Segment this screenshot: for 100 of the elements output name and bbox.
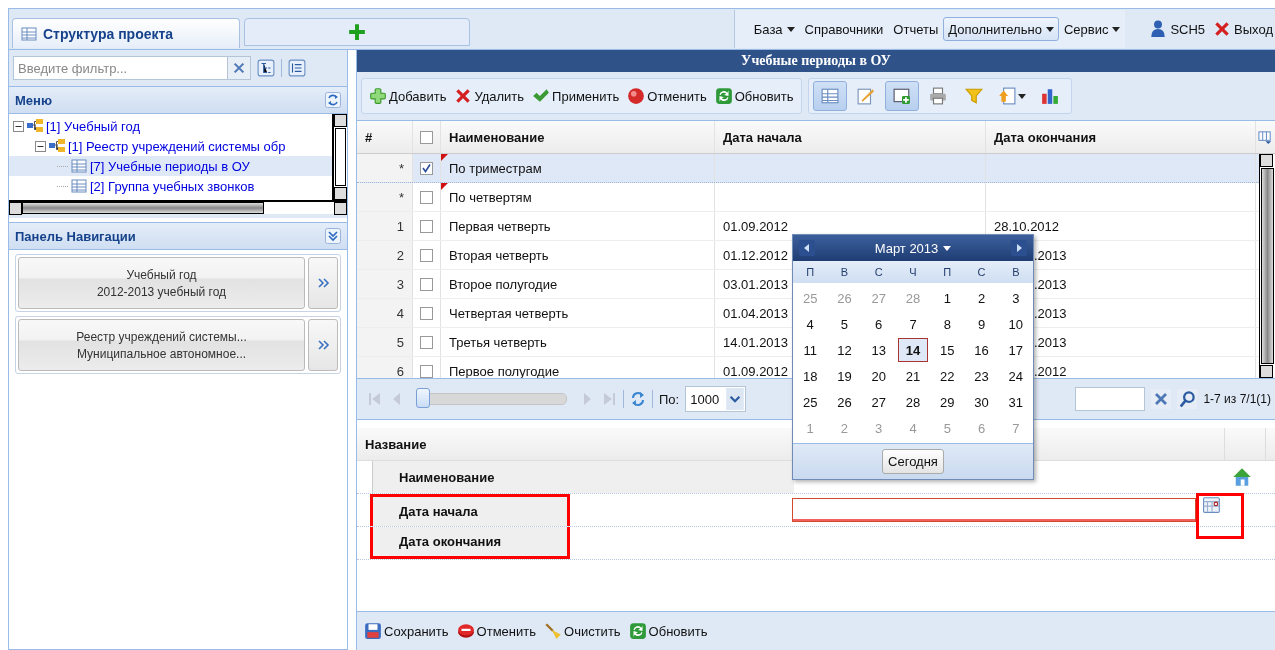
calendar-day[interactable]: 30 [966,390,997,414]
tree-expand-icon[interactable] [257,59,275,77]
tree-item[interactable]: [1] Учебный год [9,116,332,136]
cross-icon [1213,20,1232,38]
filter-field[interactable]: Введите фильтр... [13,56,227,80]
search-icon[interactable] [1177,388,1198,410]
double-chevron-icon [316,338,330,352]
table-icon [71,178,87,194]
print-icon [928,87,947,105]
navigation-button[interactable]: Учебный год 2012-2013 учебный год [18,257,305,309]
table-cell: По триместрам [441,154,715,182]
next-month-icon[interactable] [1011,240,1027,256]
tree-item[interactable]: [2] Группа учебных звонков [9,176,332,196]
search-field[interactable] [1075,387,1146,411]
calendar-day[interactable]: 29 [932,390,963,414]
scrollbar[interactable] [1259,154,1275,378]
collapse-icon[interactable] [35,140,46,152]
previous-month-icon[interactable] [799,240,815,256]
menu-item[interactable]: Дополнительно [943,17,1059,41]
column-header[interactable]: # [357,121,413,153]
calendar-day[interactable]: 22 [932,364,963,388]
checkbox[interactable] [420,306,433,320]
clear-icon[interactable] [1151,388,1172,410]
tree-item[interactable]: [7] Учебные периоды в ОУ [9,156,332,176]
broom-icon [544,622,562,640]
calendar-day[interactable]: 14 [897,338,929,362]
go-button[interactable] [308,319,338,371]
date-field[interactable] [792,498,1196,522]
toolbar-icon-button[interactable] [884,81,919,111]
calendar-day[interactable]: 21 [897,364,929,388]
double-chevron-down-icon[interactable] [325,228,341,244]
plus-icon [369,87,387,105]
toolbar-button[interactable]: Обновить [625,617,711,645]
refresh-icon[interactable] [630,391,646,407]
house-icon [1232,467,1252,487]
column-header: Название [364,435,428,454]
row-number: 3 [357,270,413,298]
chevron-down-icon [725,388,746,410]
table-row[interactable]: * По триместрам [357,154,1259,183]
table-icon [21,25,37,42]
scrollbar[interactable] [9,200,347,214]
table-icon [820,87,839,105]
checkbox[interactable] [420,335,433,349]
menu-item[interactable]: Справочники [799,17,889,41]
table-row[interactable]: * По четвертям [357,183,1259,212]
collapse-icon[interactable] [13,120,24,132]
toolbar-button[interactable]: Сохранить [361,617,452,645]
checkbox[interactable] [420,219,433,233]
refresh-icon [628,622,647,640]
calendar-day[interactable]: 28 [897,390,929,414]
tree-item[interactable]: [1] Реестр учреждений системы обр [9,136,332,156]
calendar-day[interactable]: 26 [829,390,860,414]
checkbox[interactable] [420,364,433,378]
toolbar-button[interactable]: Применить [529,82,623,110]
calendar-day[interactable]: 25 [795,390,826,414]
navigation-button[interactable]: Реестр учреждений системы... Муниципальное автономное... [18,319,305,371]
checkbox[interactable] [420,190,433,204]
checkbox[interactable] [420,130,433,144]
row-number: 5 [357,328,413,356]
user-link[interactable]: SCH5 [1147,20,1208,38]
scrollbar[interactable] [332,114,347,200]
toolbar-button[interactable]: Отменить [624,82,710,110]
table-cell: По четвертям [441,183,715,211]
menu-item[interactable]: Отчеты [888,17,944,41]
toolbar-icon-button[interactable] [812,81,847,111]
project-tab[interactable]: Структура проекта [12,18,240,48]
menu-item[interactable]: Сервис [1058,17,1126,41]
checkbox[interactable] [420,248,433,262]
checkbox[interactable] [420,161,433,175]
list-icon[interactable] [288,59,306,77]
table-cell: Четвертая четверть [441,299,715,327]
columns-icon [1258,129,1273,145]
go-button[interactable] [308,257,338,309]
calendar-icon[interactable] [1203,496,1221,514]
column-header[interactable]: Наименование [441,121,715,153]
menu-item[interactable]: База [748,17,800,41]
column-header[interactable]: Дата окончания [986,121,1256,153]
page-size-select[interactable]: 1000 [685,386,747,412]
funnel-icon [964,87,983,105]
toolbar-button[interactable]: Добавить [366,82,450,110]
toolbar-button[interactable]: Очистить [541,617,624,645]
table-cell: Первая четверть [441,212,715,240]
calendar-day[interactable]: 27 [863,390,894,414]
refresh-icon[interactable] [325,92,341,108]
calendar-day[interactable]: 24 [1000,364,1031,388]
today-button[interactable]: Сегодня [882,449,944,474]
refresh-icon [714,87,733,105]
cross-icon [454,87,473,105]
calendar-day[interactable]: 19 [829,364,860,388]
slider-handle[interactable] [416,388,430,408]
checkbox[interactable] [420,277,433,291]
calendar-day[interactable]: 31 [1000,390,1031,414]
calendar-day[interactable]: 18 [795,364,826,388]
logout-button[interactable]: Выход [1211,20,1275,38]
column-header[interactable]: Дата начала [715,121,986,153]
toolbar-button[interactable]: Отменить [453,617,539,645]
calendar-day[interactable]: 20 [863,364,894,388]
toolbar-button[interactable]: Обновить [711,82,797,110]
calendar-day[interactable]: 23 [966,364,997,388]
toolbar-button[interactable]: Удалить [451,82,528,110]
